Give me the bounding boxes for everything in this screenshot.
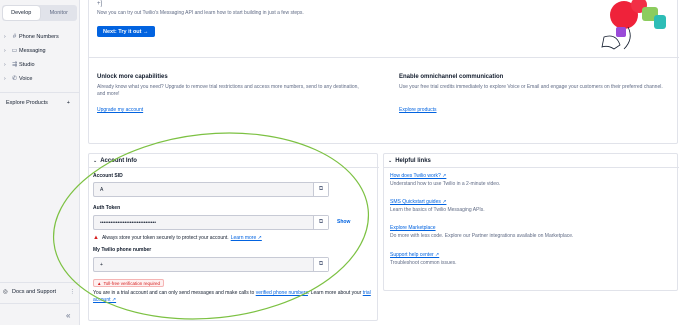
auth-token-field[interactable]: •••••••••••••••••••••••••••••••• ⧉	[93, 215, 329, 230]
helpful-links-card: ⌄ Helpful links How does Twilio work? ↗ …	[383, 153, 679, 291]
copy-icon[interactable]: ⧉	[313, 216, 328, 229]
getting-started-card: +] Now you can try out Twilio's Messagin…	[88, 0, 679, 144]
upgrade-account-link[interactable]: Upgrade my account	[97, 107, 143, 114]
account-sid-label: Account SID	[93, 173, 123, 179]
trial-note: You are in a trial account and can only …	[93, 290, 371, 303]
card-divider	[89, 57, 679, 58]
help-icon: ◎	[3, 289, 8, 295]
sidebar-divider	[0, 303, 80, 304]
teal-puzzle-piece	[654, 15, 666, 29]
sidebar-tabs: Develop Monitor	[2, 5, 77, 21]
chat-icon: ▭	[11, 48, 18, 54]
copy-icon[interactable]: ⧉	[313, 258, 328, 271]
docs-and-support-button[interactable]: ◎ Docs and Support ⋮	[3, 289, 75, 295]
helpful-link-desc: Troubleshoot common issues.	[390, 260, 457, 266]
phone-number-label: My Twilio phone number	[93, 247, 152, 253]
card-divider	[89, 167, 379, 168]
chevron-down-icon: ⌄	[388, 158, 393, 164]
explore-products-link[interactable]: Explore products	[399, 107, 437, 114]
verification-badge: ▲ Toll-free verification required	[93, 279, 164, 287]
warning-icon: ▲	[97, 280, 102, 286]
sidebar-item-studio[interactable]: › ⇶ Studio	[4, 59, 35, 70]
helpful-links-header[interactable]: ⌄ Helpful links	[388, 158, 431, 164]
helpful-link-desc: Do more with less code. Explore our Part…	[390, 233, 574, 239]
helpful-link-title[interactable]: Explore Marketplace	[390, 225, 436, 232]
helpful-link-desc: Learn the basics of Twilio Messaging API…	[390, 207, 485, 213]
verified-numbers-link[interactable]: verified phone numbers	[256, 290, 308, 296]
tab-develop[interactable]: Develop	[3, 6, 40, 20]
card-divider	[384, 167, 679, 168]
sidebar-divider	[0, 92, 80, 93]
sidebar-item-voice[interactable]: › ✆ Voice	[4, 73, 32, 84]
next-try-it-out-button[interactable]: Next: Try it out →	[97, 26, 155, 37]
auth-token-label: Auth Token	[93, 205, 121, 211]
token-warning: ▲ Always store your token securely to pr…	[93, 235, 262, 241]
warning-icon: ▲	[93, 235, 99, 241]
hash-icon: #	[12, 33, 17, 40]
account-sid-field[interactable]: A ⧉	[93, 182, 329, 197]
puzzle-illustration	[601, 0, 666, 50]
helpful-link-title[interactable]: Support help center ↗	[390, 252, 439, 259]
copy-icon[interactable]: ⧉	[313, 183, 328, 196]
omnichannel-body: Use your free trial credits immediately …	[399, 84, 663, 90]
show-token-button[interactable]: Show	[337, 219, 350, 226]
capabilities-body: Already know what you need? Upgrade to r…	[97, 84, 359, 97]
purple-puzzle-piece	[616, 27, 626, 37]
helpful-link-title[interactable]: How does Twilio work? ↗	[390, 173, 446, 180]
sidebar-item-messaging[interactable]: › ▭ Messaging	[4, 45, 46, 56]
main-content: +] Now you can try out Twilio's Messagin…	[52, 0, 682, 325]
collapse-sidebar-icon[interactable]: «	[66, 311, 70, 320]
sidebar: Develop Monitor › # Phone Numbers › ▭ Me…	[0, 0, 80, 325]
bracket-mark: +]	[97, 1, 103, 7]
helpful-link-desc: Understand how to use Twilio in a 2-minu…	[390, 181, 501, 187]
capabilities-title: Unlock more capabilities	[97, 74, 168, 80]
phone-icon: ✆	[11, 76, 18, 82]
chevron-down-icon: ⌄	[93, 158, 98, 164]
learn-more-link[interactable]: Learn more ↗	[231, 235, 262, 241]
tab-monitor[interactable]: Monitor	[41, 5, 78, 21]
flow-icon: ⇶	[11, 62, 18, 68]
phone-number-field[interactable]: + ⧉	[93, 257, 329, 272]
hero-text: Now you can try out Twilio's Messaging A…	[97, 10, 304, 16]
plus-icon: +	[66, 100, 70, 106]
helpful-link-title[interactable]: SMS Quickstart guides ↗	[390, 199, 446, 206]
account-info-header[interactable]: ⌄ Account Info	[93, 158, 137, 164]
omnichannel-title: Enable omnichannel communication	[399, 74, 504, 80]
explore-products-button[interactable]: Explore Products +	[6, 100, 70, 106]
sidebar-item-phone-numbers[interactable]: › # Phone Numbers	[4, 31, 59, 42]
more-vertical-icon[interactable]: ⋮	[70, 289, 76, 295]
foot-shape	[601, 35, 621, 50]
account-info-card: ⌄ Account Info Account SID A ⧉ Auth Toke…	[88, 153, 379, 321]
sidebar-divider	[0, 282, 80, 283]
